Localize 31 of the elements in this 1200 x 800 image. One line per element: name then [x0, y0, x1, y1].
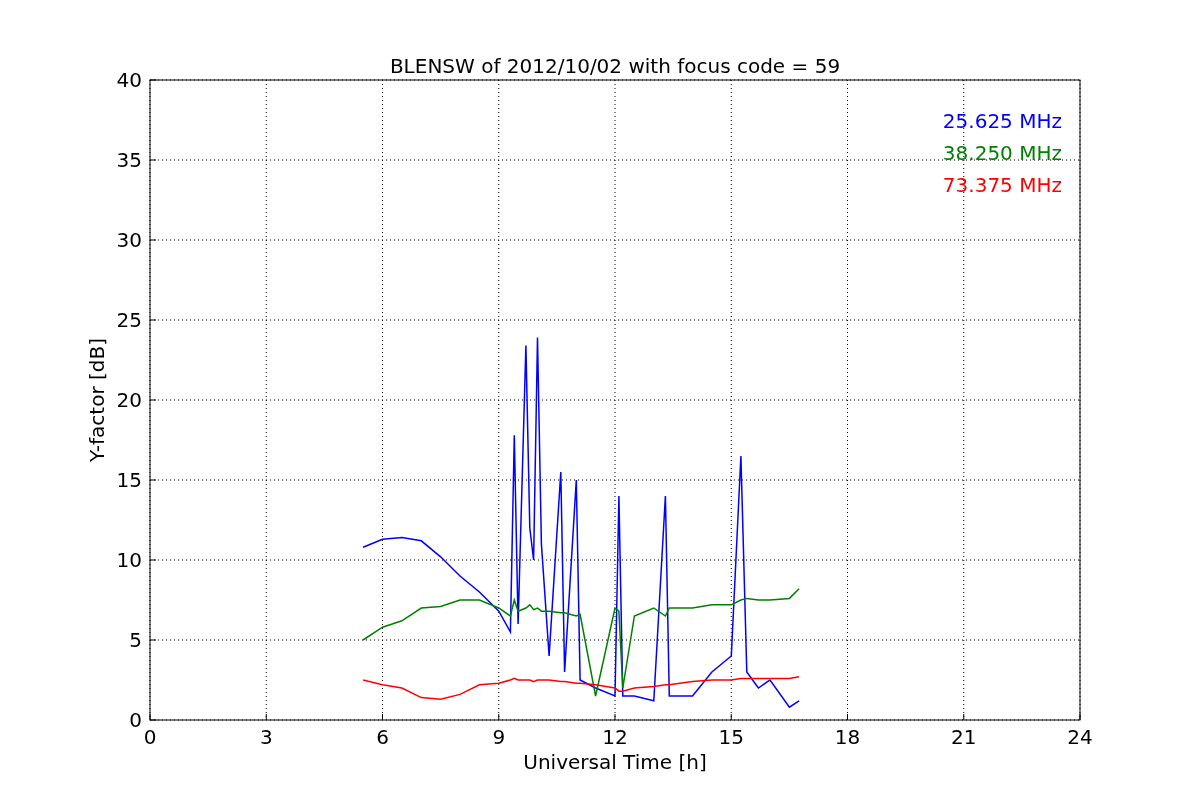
- x-tick-label: 24: [1067, 725, 1093, 749]
- x-tick-label: 18: [834, 725, 861, 749]
- chart-title: BLENSW of 2012/10/02 with focus code = 59: [389, 54, 841, 78]
- x-tick-label: 15: [718, 725, 744, 749]
- legend-label: 38.250 MHz: [942, 141, 1062, 165]
- y-tick-label: 5: [129, 628, 142, 652]
- legend-label: 73.375 MHz: [942, 173, 1062, 197]
- x-tick-label: 21: [951, 725, 977, 749]
- x-tick-label: 9: [492, 725, 506, 749]
- y-tick-label: 25: [116, 308, 142, 332]
- y-tick-label: 15: [116, 468, 142, 492]
- x-tick-label: 12: [602, 725, 628, 749]
- y-tick-mark: [149, 319, 157, 321]
- y-tick-mark: [149, 559, 157, 561]
- x-tick-label: 6: [376, 725, 389, 749]
- x-tick-label: 0: [143, 725, 157, 749]
- x-tick-label: 3: [259, 725, 273, 749]
- y-tick-mark: [149, 239, 157, 241]
- y-tick-mark: [149, 399, 157, 401]
- y-axis-label: Y-factor [dB]: [85, 338, 109, 462]
- x-axis-label: Universal Time [h]: [523, 750, 707, 774]
- y-tick-label: 0: [129, 708, 142, 732]
- y-tick-label: 10: [116, 548, 142, 572]
- y-tick-label: 20: [116, 388, 142, 412]
- y-tick-label: 40: [116, 68, 142, 92]
- y-tick-mark: [149, 639, 157, 641]
- legend-label: 25.625 MHz: [942, 109, 1062, 133]
- y-tick-label: 35: [116, 148, 142, 172]
- y-tick-mark: [149, 159, 157, 161]
- y-tick-label: 30: [116, 228, 142, 252]
- y-tick-mark: [149, 479, 157, 481]
